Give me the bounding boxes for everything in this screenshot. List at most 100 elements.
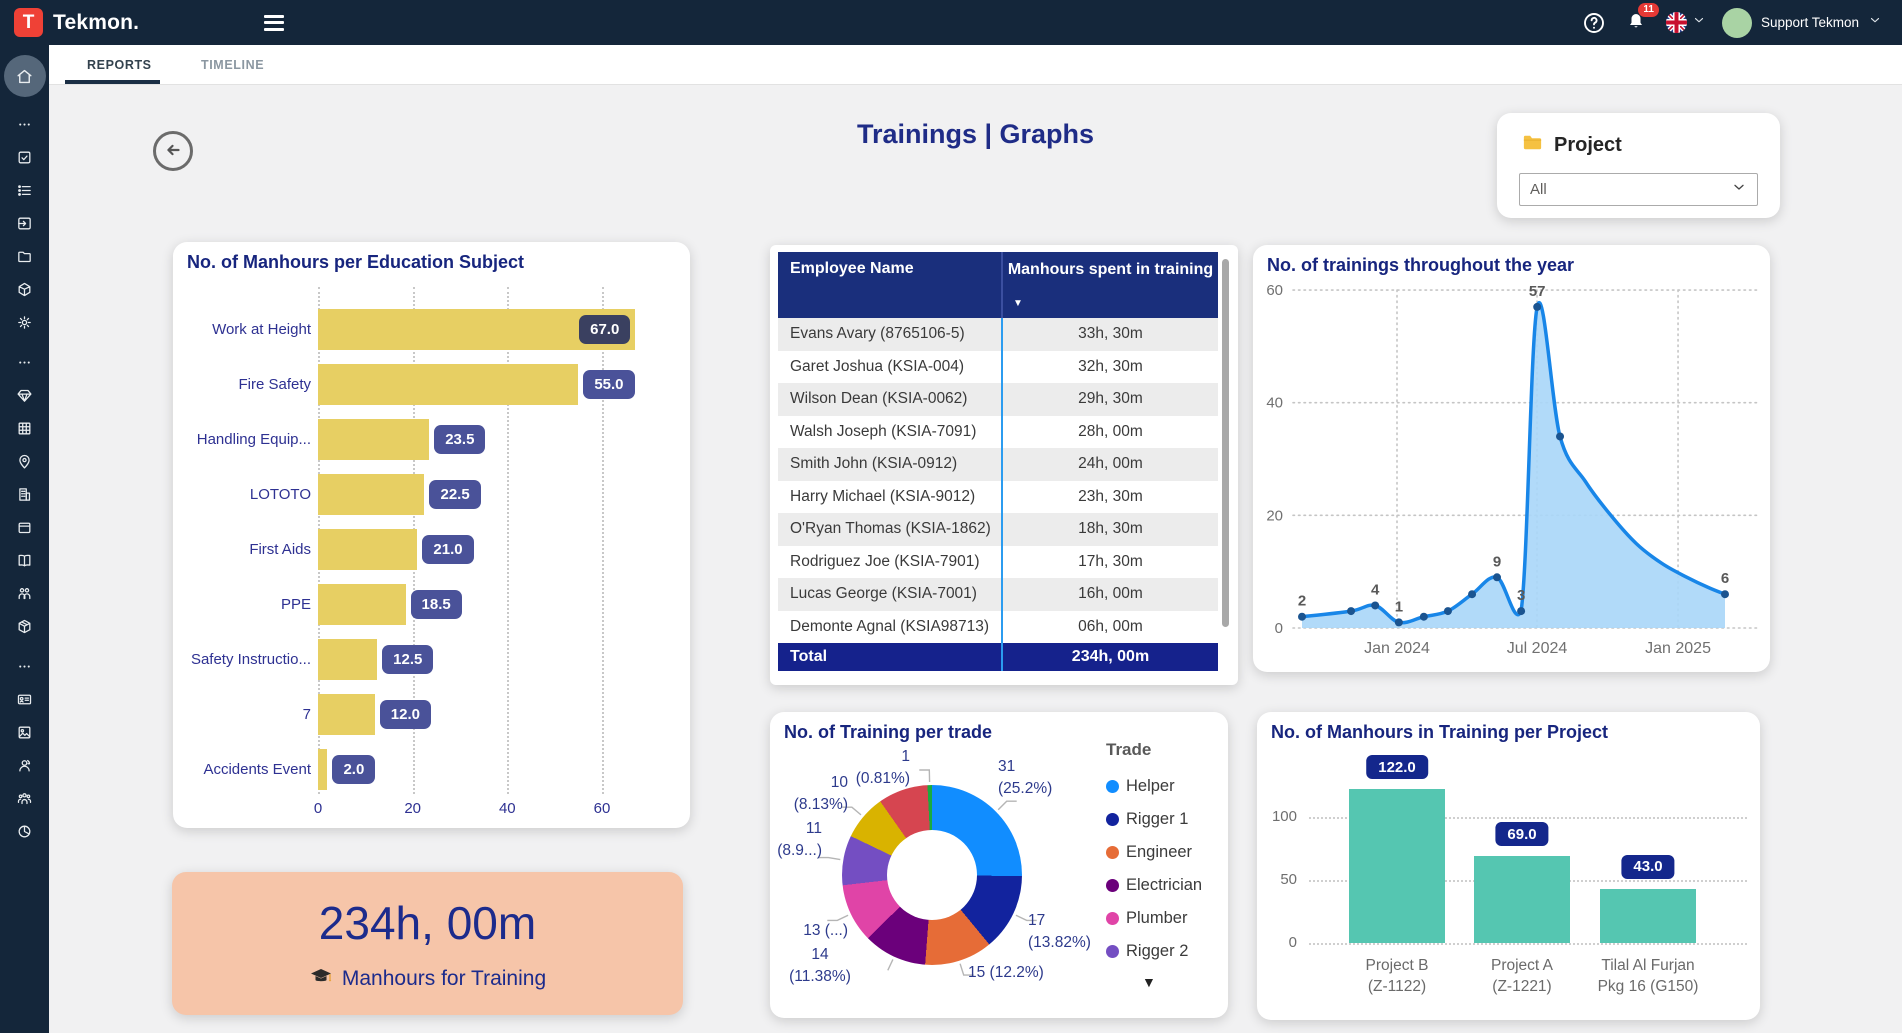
sidebar-item-tasks[interactable] (0, 141, 49, 174)
table-row[interactable]: Harry Michael (KSIA-9012)23h, 30m (778, 481, 1218, 514)
column-header-manhours[interactable]: Manhours spent in training▼ (1001, 252, 1218, 318)
svg-text:2: 2 (1298, 593, 1306, 610)
table-row[interactable]: Wilson Dean (KSIA-0062)29h, 30m (778, 383, 1218, 416)
sidebar-item-more-bottom[interactable] (0, 650, 49, 683)
supportman-icon (16, 757, 33, 774)
sidebar-item-inventory[interactable] (0, 511, 49, 544)
sidebar-item-checklists[interactable] (0, 174, 49, 207)
legend-item-rigger-2[interactable]: Rigger 2 (1106, 935, 1202, 968)
project-axis-tick: 50 (1259, 871, 1297, 888)
employee-name-cell: Evans Avary (8765106-5) (778, 318, 1001, 351)
sidebar-item-library[interactable] (0, 544, 49, 577)
manhours-cell: 17h, 30m (1001, 546, 1218, 579)
pie-icon (16, 823, 33, 840)
legend-color-dot (1106, 945, 1119, 958)
manhours-cell: 16h, 00m (1001, 578, 1218, 611)
edu-bar[interactable] (318, 749, 327, 790)
legend-color-dot (1106, 846, 1119, 859)
legend-item-electrician[interactable]: Electrician (1106, 869, 1202, 902)
table-scrollbar[interactable] (1222, 259, 1229, 627)
project-bar[interactable] (1474, 856, 1570, 943)
tab-timeline[interactable]: TIMELINE (201, 45, 264, 85)
donut-callout-label: 15 (12.2%) (968, 962, 1044, 984)
tekmon-logo-icon: T (14, 8, 43, 37)
notifications-bell-icon[interactable]: 11 (1623, 10, 1649, 36)
diamond-icon (16, 387, 33, 404)
edu-bar[interactable] (318, 419, 429, 460)
notification-badge: 11 (1638, 3, 1659, 17)
table-row[interactable]: O'Ryan Thomas (KSIA-1862)18h, 30m (778, 513, 1218, 546)
sidebar-item-export[interactable] (0, 207, 49, 240)
donut-hole (887, 830, 977, 920)
table-row[interactable]: Rodriguez Joe (KSIA-7901)17h, 30m (778, 546, 1218, 579)
help-icon[interactable] (1581, 10, 1607, 36)
table-row[interactable]: Evans Avary (8765106-5)33h, 30m (778, 318, 1218, 351)
edu-bar[interactable] (318, 364, 578, 405)
table-row[interactable]: Lucas George (KSIA-7001)16h, 00m (778, 578, 1218, 611)
table-row[interactable]: Walsh Joseph (KSIA-7091)28h, 00m (778, 416, 1218, 449)
legend-scroll-down-icon[interactable]: ▼ (1142, 974, 1156, 990)
sidebar-item-more-top[interactable] (0, 108, 49, 141)
sidebar-item-assets[interactable] (0, 610, 49, 643)
hamburger-menu-icon[interactable] (264, 15, 284, 31)
table-row[interactable]: Smith John (KSIA-0912)24h, 00m (778, 448, 1218, 481)
language-selector[interactable] (1665, 11, 1706, 34)
chevron-down-icon (1692, 13, 1706, 32)
sidebar-item-people[interactable] (0, 577, 49, 610)
sidebar-item-company[interactable] (0, 478, 49, 511)
sidebar-item-teams[interactable] (0, 782, 49, 815)
employee-name-cell: Lucas George (KSIA-7001) (778, 578, 1001, 611)
manhours-per-project-card: No. of Manhours in Training per Project … (1257, 712, 1760, 1020)
sidebar-item-home[interactable] (4, 55, 46, 97)
legend-item-rigger-1[interactable]: Rigger 1 (1106, 803, 1202, 836)
sidebar-item-settings[interactable] (0, 306, 49, 339)
table-row[interactable]: Garet Joshua (KSIA-004)32h, 30m (778, 351, 1218, 384)
sidebar-item-matrix[interactable] (0, 412, 49, 445)
sidebar-item-id-cards[interactable] (0, 683, 49, 716)
edu-value-label: 22.5 (429, 480, 480, 509)
edu-bar[interactable] (318, 474, 424, 515)
edu-category-label: Handling Equip... (178, 419, 311, 460)
project-bar[interactable] (1600, 889, 1696, 943)
sidebar-item-locations[interactable] (0, 445, 49, 478)
export-icon (16, 215, 33, 232)
user-name: Support Tekmon (1761, 15, 1859, 30)
manhours-cell: 32h, 30m (1001, 351, 1218, 384)
sidebar-item-modules[interactable] (0, 273, 49, 306)
tab-reports[interactable]: REPORTS (87, 45, 152, 85)
legend-item-helper[interactable]: Helper (1106, 770, 1202, 803)
legend-item-engineer[interactable]: Engineer (1106, 836, 1202, 869)
sidebar-item-quality[interactable] (0, 379, 49, 412)
edu-bar[interactable] (318, 639, 377, 680)
project-dropdown[interactable]: All (1519, 173, 1758, 206)
edu-value-label: 12.0 (380, 700, 431, 729)
manhours-per-project-plot: 050100122.0Project B(Z-1122)69.0Project … (1257, 712, 1760, 1020)
edu-axis-tick: 40 (487, 800, 527, 817)
sidebar-item-projects[interactable] (0, 240, 49, 273)
sidebar-item-support[interactable] (0, 749, 49, 782)
home-icon (15, 67, 34, 86)
edu-value-label: 21.0 (422, 535, 473, 564)
trainings-per-year-plot[interactable]: 0204060Jan 2024Jul 2024Jan 202524193576 (1253, 245, 1770, 672)
chevron-down-icon (1731, 179, 1747, 200)
column-header-employee-name[interactable]: Employee Name (778, 252, 1001, 318)
edu-category-label: PPE (178, 584, 311, 625)
table-row[interactable]: Demonte Agnal (KSIA98713)06h, 00m (778, 611, 1218, 644)
edu-bar[interactable] (318, 529, 417, 570)
edu-category-label: LOTOTO (178, 474, 311, 515)
svg-text:40: 40 (1266, 395, 1283, 412)
sidebar-item-more-middle[interactable] (0, 346, 49, 379)
sidebar-item-documents[interactable] (0, 716, 49, 749)
edu-bar[interactable] (318, 694, 375, 735)
employee-name-cell: Rodriguez Joe (KSIA-7901) (778, 546, 1001, 579)
table-header-row: Employee NameManhours spent in training▼ (778, 252, 1218, 318)
edu-bar[interactable] (318, 584, 406, 625)
legend-item-plumber[interactable]: Plumber (1106, 902, 1202, 935)
user-menu[interactable]: Support Tekmon (1722, 8, 1882, 38)
project-value-label: 69.0 (1495, 822, 1548, 846)
svg-text:Jan 2025: Jan 2025 (1645, 640, 1711, 657)
project-axis-tick: 0 (1259, 934, 1297, 951)
edu-gridline (602, 287, 604, 794)
sidebar-item-reports[interactable] (0, 815, 49, 848)
project-bar[interactable] (1349, 789, 1445, 943)
